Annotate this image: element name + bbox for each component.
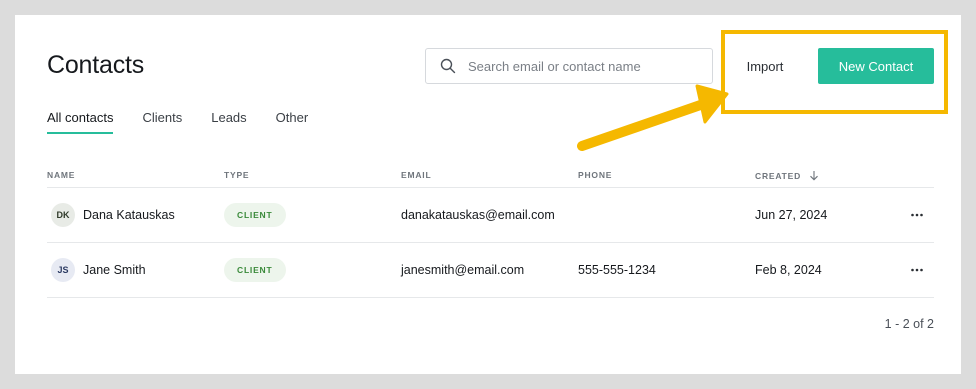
- pagination-label: 1 - 2 of 2: [884, 317, 934, 331]
- table-row[interactable]: DK Dana Katauskas CLIENT danakatauskas@e…: [47, 188, 934, 243]
- contact-tabs: All contacts Clients Leads Other: [47, 110, 337, 134]
- contact-name[interactable]: Dana Katauskas: [83, 208, 175, 222]
- tab-leads[interactable]: Leads: [211, 110, 246, 134]
- email-cell: janesmith@email.com: [401, 263, 525, 277]
- column-header-type[interactable]: TYPE: [224, 170, 249, 180]
- table-header: NAME TYPE EMAIL PHONE CREATED: [47, 168, 934, 188]
- avatar: DK: [51, 203, 75, 227]
- search-box[interactable]: [425, 48, 713, 84]
- table-row[interactable]: JS Jane Smith CLIENT janesmith@email.com…: [47, 243, 934, 298]
- type-cell: CLIENT: [224, 188, 286, 242]
- phone-cell: 555-555-1234: [578, 263, 656, 277]
- more-options-icon[interactable]: [909, 207, 925, 223]
- contacts-panel: Contacts Import New Contact All contacts…: [15, 15, 961, 374]
- column-header-email[interactable]: EMAIL: [401, 170, 431, 180]
- column-header-phone[interactable]: PHONE: [578, 170, 612, 180]
- sort-arrow-down-icon: [810, 171, 818, 181]
- type-cell: CLIENT: [224, 243, 286, 297]
- contact-name[interactable]: Jane Smith: [83, 263, 146, 277]
- column-header-name[interactable]: NAME: [47, 170, 75, 180]
- more-options-icon[interactable]: [909, 262, 925, 278]
- email-cell: danakatauskas@email.com: [401, 208, 555, 222]
- contact-name-cell: JS Jane Smith: [47, 243, 146, 297]
- avatar: JS: [51, 258, 75, 282]
- column-header-created-label: CREATED: [755, 170, 802, 181]
- tab-all-contacts[interactable]: All contacts: [47, 110, 114, 134]
- search-icon: [440, 58, 456, 74]
- search-input[interactable]: [468, 58, 698, 74]
- created-cell: Feb 8, 2024: [755, 263, 822, 277]
- type-badge: CLIENT: [224, 258, 286, 282]
- new-contact-button[interactable]: New Contact: [818, 48, 934, 84]
- column-header-created[interactable]: CREATED: [755, 170, 819, 181]
- page-title: Contacts: [47, 51, 145, 79]
- tab-clients[interactable]: Clients: [142, 110, 182, 134]
- import-button[interactable]: Import: [730, 49, 800, 83]
- created-cell: Jun 27, 2024: [755, 208, 828, 222]
- tab-other[interactable]: Other: [276, 110, 309, 134]
- type-badge: CLIENT: [224, 203, 286, 227]
- contact-name-cell: DK Dana Katauskas: [47, 188, 175, 242]
